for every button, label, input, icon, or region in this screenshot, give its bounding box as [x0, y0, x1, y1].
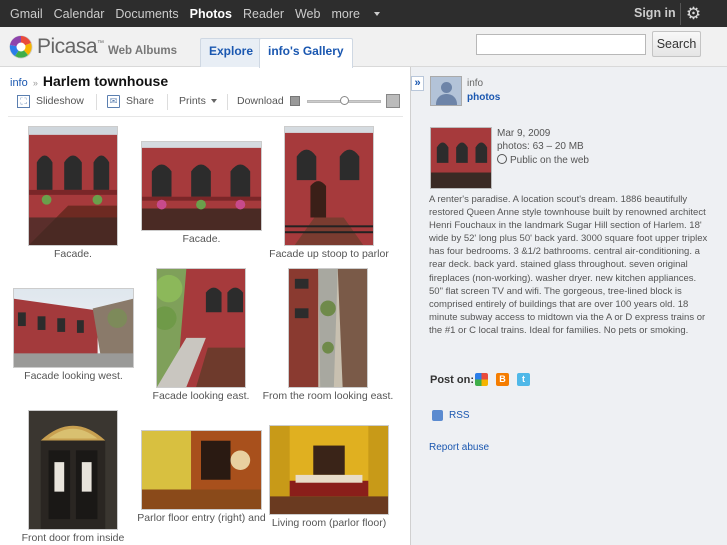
trademark: ™ [97, 40, 104, 47]
photo-image [14, 289, 133, 367]
toolbar-divider [227, 94, 228, 110]
photo-image [157, 269, 245, 387]
nav-photos[interactable]: Photos [190, 7, 232, 21]
photo-image [142, 431, 261, 509]
photo-caption: Facade looking west. [24, 370, 123, 382]
album-cover [430, 127, 492, 189]
buzz-share-icon[interactable] [475, 373, 488, 386]
tab-gallery[interactable]: info's Gallery [259, 38, 353, 68]
photo-thumbnail[interactable] [28, 126, 118, 246]
photo-image [289, 269, 367, 387]
prints-menu[interactable]: Prints [179, 95, 217, 107]
search-button[interactable]: Search [652, 31, 701, 57]
share-button[interactable]: Share [126, 95, 154, 107]
photo-image [29, 127, 117, 245]
nav-calendar[interactable]: Calendar [54, 7, 105, 21]
twitter-share-icon[interactable]: t [517, 373, 530, 386]
globe-icon [497, 154, 507, 164]
picasa-wordmark: Picasa™ [37, 35, 104, 59]
album-date: Mar 9, 2009 [497, 128, 551, 139]
thumbnail-small-icon[interactable] [290, 96, 300, 106]
breadcrumb-separator: » [32, 78, 38, 88]
gear-icon[interactable]: ⚙ [680, 3, 702, 25]
photo-thumbnail[interactable] [269, 425, 389, 515]
photo-image [29, 411, 117, 529]
photo-caption: Facade. [54, 248, 92, 260]
chevron-down-icon [373, 12, 380, 17]
photo-caption: Facade up stoop to parlor [269, 248, 389, 260]
avatar[interactable] [430, 76, 462, 106]
breadcrumb: info » Harlem townhouse [10, 73, 168, 89]
album-visibility: Public on the web [497, 154, 589, 166]
zoom-slider-handle[interactable] [339, 96, 349, 105]
photo-caption: Parlor floor entry (right) and [137, 512, 266, 524]
mail-icon[interactable]: ✉ [107, 95, 120, 108]
photo-caption: Facade. [182, 233, 221, 245]
album-photo-count: photos: 63 – 20 MB [497, 141, 584, 152]
nav-reader[interactable]: Reader [243, 7, 284, 21]
prints-label: Prints [179, 95, 206, 107]
visibility-label: Public on the web [510, 155, 589, 166]
tab-explore[interactable]: Explore [200, 38, 263, 67]
avatar-head [441, 82, 452, 93]
breadcrumb-owner[interactable]: info [10, 77, 28, 89]
photo-thumbnail[interactable] [141, 430, 262, 510]
photo-thumbnail[interactable] [284, 126, 374, 246]
toolbar-divider [8, 116, 403, 117]
top-nav: Gmail Calendar Documents Photos Reader W… [10, 0, 391, 27]
logo-text: Picasa [37, 35, 98, 58]
photo-thumbnail[interactable] [141, 141, 262, 231]
album-description: A renter's paradise. A location scout's … [429, 194, 708, 336]
blogger-share-icon[interactable]: B [496, 373, 509, 386]
toolbar-divider [167, 94, 168, 110]
photo-caption: Front door from inside [21, 532, 125, 544]
slideshow-icon[interactable]: ⛶ [17, 95, 30, 108]
report-abuse-link[interactable]: Report abuse [429, 442, 489, 453]
album-cover-image [431, 128, 491, 188]
photo-thumbnail[interactable] [28, 410, 118, 530]
nav-web[interactable]: Web [295, 7, 320, 21]
slideshow-button[interactable]: Slideshow [36, 95, 84, 107]
rss-link[interactable]: RSS [449, 410, 470, 421]
photo-caption: From the room looking east. [262, 390, 394, 402]
nav-documents[interactable]: Documents [115, 7, 178, 21]
chevron-down-icon [210, 99, 217, 104]
nav-more-label: more [331, 6, 360, 21]
picasa-header: Picasa™ Web Albums Explore info's Galler… [0, 27, 727, 68]
picasa-logo-icon[interactable] [9, 35, 33, 59]
photo-image [285, 127, 373, 245]
collapse-panel-icon[interactable]: » [411, 76, 424, 91]
photo-caption: Living room (parlor floor) [271, 517, 387, 529]
post-on-label: Post on: [430, 374, 474, 386]
logo-subtitle: Web Albums [108, 45, 178, 57]
nav-more[interactable]: more [331, 6, 380, 21]
photo-caption: Facade looking east. [152, 390, 250, 402]
sign-in-link[interactable]: Sign in [634, 6, 676, 20]
owner-name: info [467, 78, 484, 89]
nav-gmail[interactable]: Gmail [10, 7, 43, 21]
album-title: Harlem townhouse [42, 73, 169, 89]
search-input[interactable] [476, 34, 646, 55]
google-top-bar: Gmail Calendar Documents Photos Reader W… [0, 0, 727, 27]
photo-thumbnail[interactable] [288, 268, 368, 388]
download-button[interactable]: Download [237, 95, 284, 107]
photo-image [270, 426, 388, 514]
photo-thumbnail[interactable] [156, 268, 246, 388]
avatar-body [436, 94, 457, 105]
photo-thumbnail[interactable] [13, 288, 134, 368]
toolbar-divider [96, 94, 97, 110]
owner-photos-link[interactable]: photos [467, 92, 500, 103]
photo-image [142, 142, 261, 230]
thumbnail-large-icon[interactable] [386, 94, 400, 108]
rss-icon[interactable] [432, 410, 443, 421]
